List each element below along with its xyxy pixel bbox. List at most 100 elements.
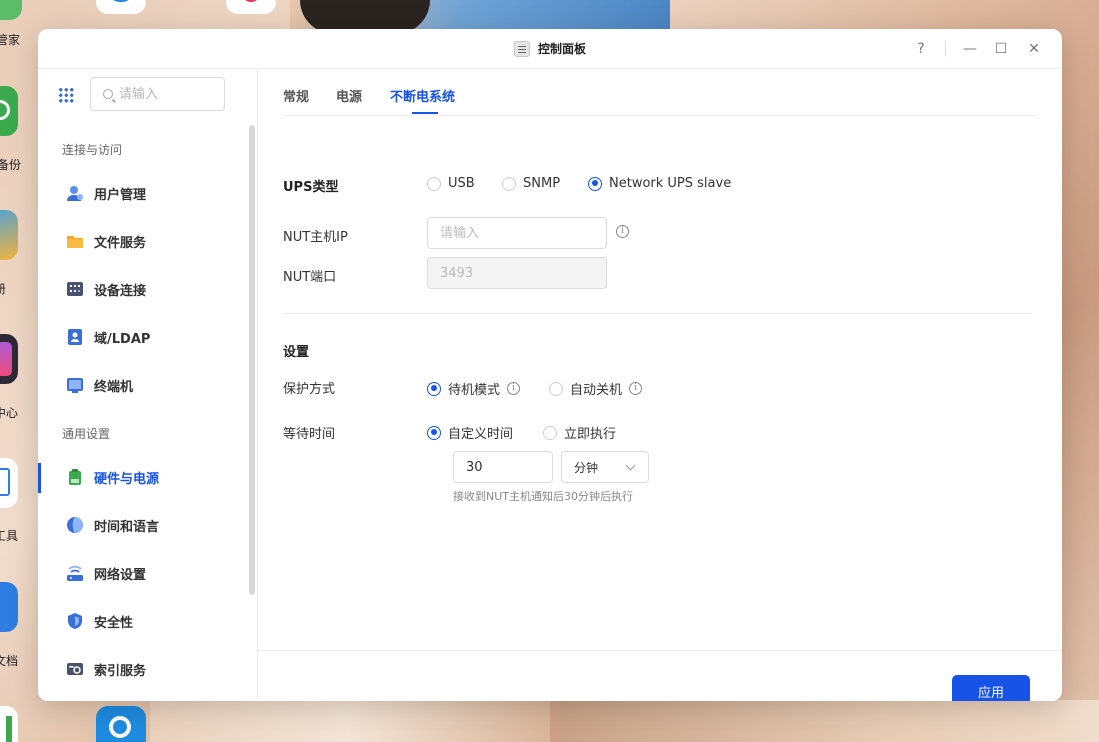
nut-port-input — [427, 257, 607, 289]
protect-mode-label: 保护方式 — [283, 382, 336, 397]
sidebar-item-label: 网络设置 — [94, 567, 147, 583]
radio-label: SNMP — [523, 176, 561, 191]
sidebar: 连接与访问 用户管理 文件服务 设备连接 域/LDAP — [38, 69, 258, 701]
desktop-label-2: 备份 — [0, 158, 22, 172]
standby-info-icon[interactable]: i — [507, 382, 521, 395]
radio-label: 自定义时间 — [448, 427, 514, 442]
wait-custom[interactable]: 自定义时间 — [427, 423, 513, 442]
desktop-app-icon-tools[interactable] — [0, 458, 18, 508]
sidebar-item-file-services[interactable]: 文件服务 — [38, 221, 248, 261]
sidebar-item-device-connection[interactable]: 设备连接 — [38, 269, 248, 309]
device-icon — [66, 280, 84, 298]
radio-label: 自动关机 — [570, 383, 623, 398]
radio-network-ups-slave[interactable] — [588, 176, 602, 191]
tab-power[interactable]: 电源 — [336, 86, 362, 105]
desktop-wallpaper-bottom-right — [560, 700, 1099, 742]
sidebar-item-network[interactable]: 网络设置 — [38, 553, 248, 593]
sidebar-item-users[interactable]: 用户管理 — [38, 173, 248, 213]
group-title-general: 通用设置 — [62, 427, 111, 441]
desktop-app-icon-backup[interactable] — [0, 86, 18, 136]
sidebar-item-label: 域/LDAP — [94, 331, 151, 347]
maximize-icon[interactable]: ☐ — [991, 39, 1011, 59]
terminal-icon — [66, 376, 84, 394]
tab-ups[interactable]: 不断电系统 — [390, 86, 455, 114]
radio-custom-time[interactable] — [427, 425, 441, 440]
sidebar-item-terminal[interactable]: 终端机 — [38, 365, 248, 405]
nut-ip-info-icon[interactable]: i — [616, 225, 629, 238]
help-icon[interactable]: ? — [911, 39, 931, 59]
minimize-icon[interactable]: — — [960, 39, 980, 59]
sidebar-item-index-service[interactable]: 索引服务 — [38, 649, 248, 689]
wait-time-label: 等待时间 — [283, 427, 336, 442]
desktop-app-icon-media[interactable] — [0, 334, 18, 384]
radio-standby-mode[interactable] — [427, 381, 441, 396]
sidebar-item-time-language[interactable]: 时间和语言 — [38, 505, 248, 545]
power-icon — [66, 468, 84, 486]
desktop-wallpaper-bottom — [150, 695, 550, 742]
sidebar-item-label: 终端机 — [94, 379, 134, 395]
close-icon[interactable]: ✕ — [1024, 39, 1044, 59]
radio-label: 待机模式 — [448, 383, 501, 398]
control-panel-icon — [514, 40, 530, 57]
sidebar-scrollbar[interactable] — [249, 125, 255, 595]
desktop-app-icon-album[interactable] — [0, 210, 18, 260]
sidebar-item-label: 设备连接 — [94, 283, 147, 299]
nut-ip-input[interactable] — [427, 217, 607, 249]
window-title: 控制面板 — [538, 42, 587, 56]
wait-unit-select[interactable]: 分钟 — [561, 451, 649, 483]
title-bar[interactable]: 控制面板 ? — ☐ ✕ — [38, 29, 1062, 69]
folder-icon — [66, 232, 84, 250]
search-input[interactable] — [119, 86, 209, 102]
ups-type-snmp[interactable]: SNMP — [502, 176, 560, 191]
apps-grid-icon[interactable] — [58, 87, 74, 103]
nut-port-label: NUT端口 — [283, 270, 337, 285]
chevron-down-icon — [625, 460, 636, 470]
control-panel-window: 控制面板 ? — ☐ ✕ 连接与访问 用户管理 文件服务 — [38, 29, 1062, 701]
radio-snmp[interactable] — [502, 176, 516, 191]
desktop-label-5: 工具 — [0, 529, 19, 543]
protect-standby[interactable]: 待机模式 i — [427, 379, 521, 398]
desktop-label-1: 管家 — [0, 33, 21, 47]
search-icon — [103, 89, 113, 99]
wait-immediate[interactable]: 立即执行 — [543, 423, 616, 442]
radio-label: Network UPS slave — [609, 176, 732, 191]
sidebar-item-label: 文件服务 — [94, 235, 147, 251]
radio-auto-shutdown[interactable] — [549, 381, 563, 396]
radio-usb[interactable] — [427, 176, 441, 191]
user-icon — [66, 184, 84, 202]
wait-time-hint: 接收到NUT主机通知后30分钟后执行 — [453, 490, 633, 503]
title-bar-separator — [945, 41, 946, 57]
radio-immediate[interactable] — [543, 425, 557, 440]
window-title-group: 控制面板 — [514, 40, 586, 57]
desktop-label-4: 中心 — [0, 406, 19, 420]
desktop-app-icon-2[interactable] — [96, 0, 146, 14]
desktop-app-icon-docs[interactable] — [0, 582, 18, 632]
protect-auto-shutdown[interactable]: 自动关机 i — [549, 379, 643, 398]
desktop-app-icon-search[interactable] — [96, 706, 146, 742]
sidebar-item-label: 安全性 — [94, 615, 134, 631]
ups-type-usb[interactable]: USB — [427, 176, 475, 191]
select-value: 分钟 — [574, 460, 599, 475]
desktop-app-icon-bottom-left[interactable] — [0, 706, 18, 742]
wait-time-input[interactable] — [453, 451, 553, 483]
desktop-label-3: 册 — [0, 282, 7, 296]
sidebar-item-hardware-power[interactable]: 硬件与电源 — [38, 457, 248, 497]
sidebar-item-ldap[interactable]: 域/LDAP — [38, 317, 248, 357]
sidebar-item-label: 用户管理 — [94, 187, 147, 203]
tab-general[interactable]: 常规 — [283, 86, 309, 105]
nut-ip-label: NUT主机IP — [283, 230, 348, 245]
network-icon — [66, 564, 84, 582]
globe-icon — [66, 516, 84, 534]
sidebar-search[interactable] — [90, 77, 225, 111]
ups-type-network-slave[interactable]: Network UPS slave — [588, 176, 731, 191]
desktop-app-icon-1[interactable] — [0, 0, 22, 20]
section-divider — [283, 313, 1032, 314]
auto-shutdown-info-icon[interactable]: i — [629, 382, 643, 395]
group-title-connection: 连接与访问 — [62, 143, 123, 157]
ups-type-label: UPS类型 — [283, 180, 339, 195]
apply-button[interactable]: 应用 — [952, 675, 1030, 701]
sidebar-item-security[interactable]: 安全性 — [38, 601, 248, 641]
sidebar-item-label: 索引服务 — [94, 663, 147, 679]
sidebar-item-label: 时间和语言 — [94, 519, 160, 535]
desktop-app-icon-3[interactable] — [226, 0, 276, 14]
